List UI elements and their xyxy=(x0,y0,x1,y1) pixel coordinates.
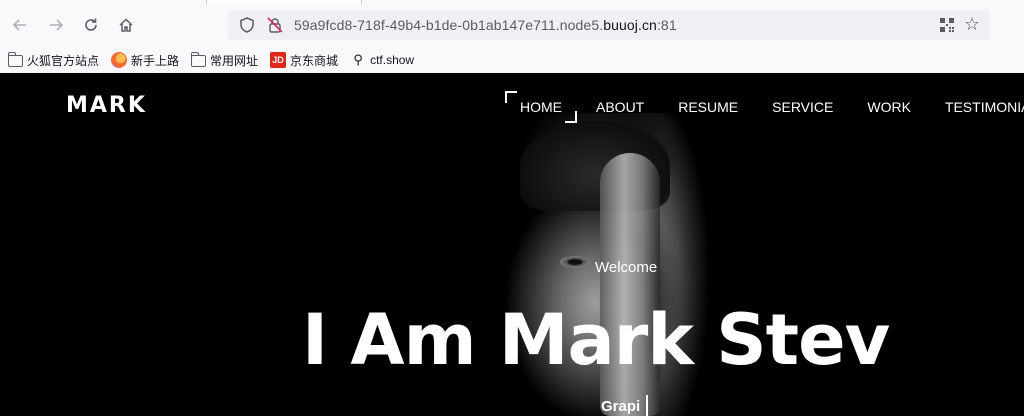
reload-button[interactable] xyxy=(77,11,105,39)
home-icon xyxy=(119,18,133,32)
jd-icon: JD xyxy=(270,52,287,68)
menu-item-resume[interactable]: RESUME xyxy=(678,91,738,123)
bookmark-jd[interactable]: JD 京东商城 xyxy=(270,52,338,69)
insecure-lock-icon[interactable] xyxy=(266,16,284,34)
menu-item-service[interactable]: SERVICE xyxy=(772,91,833,123)
bookmark-firefox-official[interactable]: 火狐官方站点 xyxy=(7,52,100,69)
url-port: :81 xyxy=(656,17,677,33)
hero-headline: I Am Mark Stev xyxy=(302,299,890,381)
main-menu: HOME ABOUT RESUME SERVICE WORK TESTIMONI… xyxy=(505,91,1024,123)
typing-text: Grapi xyxy=(601,395,649,416)
bookmark-label: 常用网址 xyxy=(210,53,259,68)
bookmark-label: 新手上路 xyxy=(131,53,180,68)
folder-icon xyxy=(7,52,23,67)
menu-item-home[interactable]: HOME xyxy=(505,91,577,123)
url-prefix: 59a9fcd8-718f-49b4-b1de-0b1ab147e711.nod… xyxy=(294,17,604,33)
qr-code-icon[interactable] xyxy=(938,16,956,34)
url-text[interactable]: 59a9fcd8-718f-49b4-b1de-0b1ab147e711.nod… xyxy=(294,17,677,33)
typing-caret xyxy=(646,395,649,416)
bookmark-label: ctf.show xyxy=(370,53,415,67)
navigation-toolbar: 59a9fcd8-718f-49b4-b1de-0b1ab147e711.nod… xyxy=(0,4,1024,46)
address-bar[interactable]: 59a9fcd8-718f-49b4-b1de-0b1ab147e711.nod… xyxy=(228,10,990,40)
tracking-shield-icon[interactable] xyxy=(238,16,256,34)
bookmark-ctfshow[interactable]: ⚲ ctf.show xyxy=(350,52,414,68)
browser-chrome: 59a9fcd8-718f-49b4-b1de-0b1ab147e711.nod… xyxy=(0,0,1024,73)
firefox-icon xyxy=(111,52,128,68)
typing-word: Grapi xyxy=(601,397,641,415)
arrow-left-icon xyxy=(12,19,26,31)
back-button[interactable] xyxy=(6,11,34,39)
home-button[interactable] xyxy=(112,11,140,39)
ctfshow-icon: ⚲ xyxy=(353,52,363,67)
bookmark-label: 火狐官方站点 xyxy=(27,53,100,68)
bookmark-common-sites[interactable]: 常用网址 xyxy=(190,52,259,69)
menu-item-about[interactable]: ABOUT xyxy=(596,91,644,123)
bookmark-star-icon[interactable]: ☆ xyxy=(962,14,982,34)
menu-item-testimonial[interactable]: TESTIMONIAL xyxy=(945,91,1024,123)
site-logo[interactable]: MARK xyxy=(66,93,147,118)
bookmark-label: 京东商城 xyxy=(290,53,339,68)
bookmarks-toolbar: 火狐官方站点 新手上路 常用网址 JD 京东商城 ⚲ ctf.show xyxy=(0,47,1024,73)
menu-item-work[interactable]: WORK xyxy=(867,91,911,123)
welcome-text: Welcome xyxy=(595,259,658,276)
hero-section: MARK HOME ABOUT RESUME SERVICE WORK TEST… xyxy=(0,73,1024,416)
folder-icon xyxy=(190,52,207,67)
bookmark-getting-started[interactable]: 新手上路 xyxy=(111,52,179,69)
url-domain: buuoj.cn xyxy=(603,17,657,33)
reload-icon xyxy=(85,18,97,31)
forward-button[interactable] xyxy=(42,11,70,39)
arrow-right-icon xyxy=(50,19,64,31)
